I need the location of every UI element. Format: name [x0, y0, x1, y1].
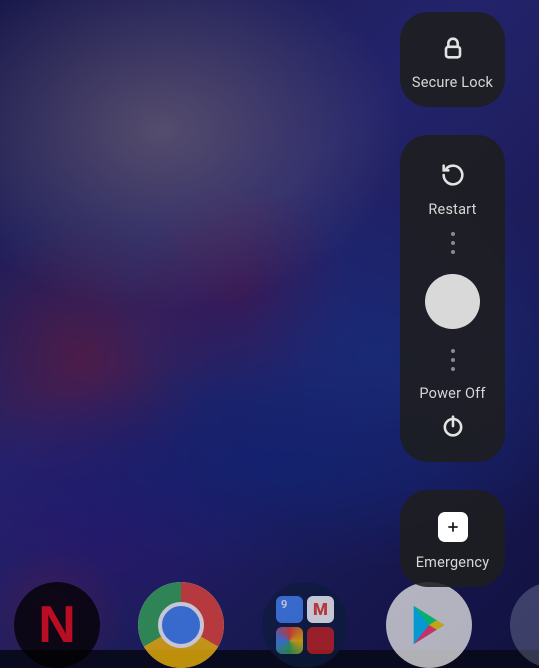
plus-icon — [438, 512, 468, 542]
secure-lock-label: Secure Lock — [412, 74, 493, 91]
slider-dots-top — [451, 232, 455, 254]
slider-dots-bottom — [451, 349, 455, 371]
dock-app-generic[interactable] — [510, 582, 539, 668]
dock-app-play-store[interactable] — [386, 582, 472, 668]
power-off-label[interactable]: Power Off — [419, 385, 485, 402]
emergency-label: Emergency — [416, 554, 490, 571]
secure-lock-button[interactable]: Secure Lock — [400, 12, 505, 107]
restart-label[interactable]: Restart — [428, 201, 476, 218]
restart-icon — [439, 161, 467, 189]
dock-app-chrome[interactable] — [138, 582, 224, 668]
dock-folder-google[interactable]: M — [262, 582, 348, 668]
power-menu: Secure Lock Restart Power Off Emergency — [400, 12, 505, 587]
power-icon — [439, 412, 467, 440]
power-slider-card: Restart Power Off — [400, 135, 505, 462]
app-dock: N M — [0, 582, 539, 668]
emergency-button[interactable]: Emergency — [400, 490, 505, 587]
lock-icon — [439, 34, 467, 62]
power-slider-knob[interactable] — [425, 274, 480, 329]
dock-app-netflix[interactable]: N — [14, 582, 100, 668]
